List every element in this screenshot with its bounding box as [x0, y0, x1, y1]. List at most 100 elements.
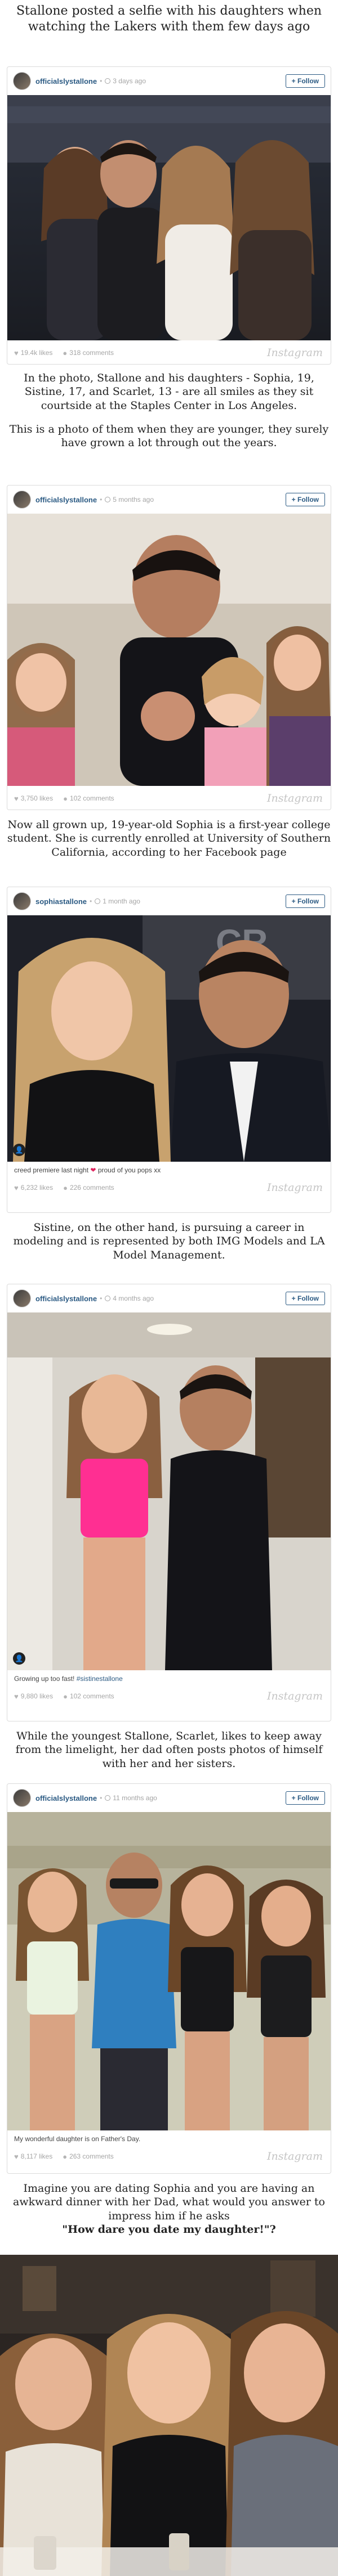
caption-younger-text: This is a photo of them when they are yo… — [9, 422, 329, 449]
younger-daughters-image — [7, 514, 331, 786]
heart-icon[interactable]: ♥ — [14, 1692, 19, 1701]
follow-button[interactable]: + Follow — [285, 493, 325, 506]
follow-button[interactable]: + Follow — [285, 1292, 325, 1305]
post-caption-text: My wonderful daughter is on Father's Day… — [14, 2135, 141, 2143]
heart-icon[interactable]: ♥ — [14, 349, 19, 357]
caption-intro: Stallone posted a selfie with his daught… — [0, 3, 338, 35]
heart-icon[interactable]: ♥ — [14, 1184, 19, 1192]
follow-button[interactable]: + Follow — [285, 74, 325, 88]
post-time: 4 months ago — [113, 1294, 154, 1302]
heart-emoji-icon: ❤ — [90, 1166, 96, 1174]
likes-count: 8,117 likes — [20, 2152, 53, 2160]
caption-question-quote: "How dare you date my daughter!"? — [62, 2223, 276, 2236]
caption-scarlet-text: While the youngest Stallone, Scarlet, li… — [15, 1730, 323, 1770]
likes-count: 19.4k likes — [20, 349, 53, 357]
instagram-post-1: officialslystallone • 3 days ago + Follo… — [7, 66, 331, 365]
instagram-logo[interactable]: Instagram — [267, 1690, 323, 1702]
separator-dot: • — [100, 1794, 103, 1802]
post-caption-text: creed premiere last night — [14, 1166, 89, 1174]
person-tag-icon[interactable]: 👤 — [13, 1144, 25, 1156]
post-footer: ♥ 6,232 likes ● 226 comments Instagram — [7, 1175, 331, 1200]
caption-sistine-text: Sistine, on the other hand, is pursuing … — [13, 1221, 325, 1261]
caption-description-text: In the photo, Stallone and his daughters… — [24, 372, 314, 412]
post-photo — [7, 514, 331, 786]
sistine-with-dad-image — [7, 1312, 331, 1670]
caption-photo-description: In the photo, Stallone and his daughters… — [0, 371, 338, 450]
post-username[interactable]: officialslystallone — [35, 1794, 97, 1802]
post-username[interactable]: officialslystallone — [35, 77, 97, 86]
sophia-premiere-image: CR — [7, 915, 331, 1162]
comments-count[interactable]: 318 comments — [69, 349, 114, 357]
separator-dot: • — [100, 1294, 103, 1302]
likes-count: 9,880 likes — [20, 1692, 54, 1700]
clock-icon — [105, 1296, 111, 1301]
post-footer: ♥ 9,880 likes ● 102 comments Instagram — [7, 1684, 331, 1709]
post-time: 1 month ago — [103, 897, 140, 905]
post-username[interactable]: officialslystallone — [35, 496, 97, 504]
post-caption-tail: proud of you pops xx — [97, 1166, 161, 1174]
fathers-day-image — [7, 1812, 331, 2130]
article-page: Stallone posted a selfie with his daught… — [0, 0, 338, 2576]
clock-icon — [105, 497, 111, 502]
post-caption: My wonderful daughter is on Father's Day… — [7, 2130, 331, 2144]
comments-count[interactable]: 263 comments — [69, 2152, 114, 2160]
post-username[interactable]: sophiastallone — [35, 897, 87, 906]
avatar[interactable] — [13, 892, 31, 910]
follow-button[interactable]: + Follow — [285, 1791, 325, 1805]
avatar[interactable] — [13, 1289, 31, 1307]
avatar[interactable] — [13, 72, 31, 90]
post-header: sophiastallone • 1 month ago + Follow — [7, 887, 331, 915]
caption-sophia: Now all grown up, 19-year-old Sophia is … — [0, 818, 338, 859]
caption-question-text: Imagine you are dating Sophia and you ar… — [13, 2182, 325, 2222]
avatar[interactable] — [13, 491, 31, 509]
three-sisters-image — [0, 2255, 338, 2576]
comment-icon[interactable]: ● — [63, 1692, 68, 1701]
post-photo: 👤 — [7, 1312, 331, 1670]
clock-icon — [95, 898, 101, 904]
instagram-logo[interactable]: Instagram — [267, 1181, 323, 1194]
post-caption-text: Growing up too fast! — [14, 1675, 75, 1683]
post-footer: ♥ 3,750 likes ● 102 comments Instagram — [7, 786, 331, 810]
comments-count[interactable]: 102 comments — [70, 1692, 114, 1700]
follow-button[interactable]: + Follow — [285, 894, 325, 908]
hashtag-link[interactable]: #sistinestallone — [77, 1675, 123, 1683]
instagram-post-2: officialslystallone • 5 months ago + Fol… — [7, 485, 331, 810]
post-header: officialslystallone • 11 months ago + Fo… — [7, 1784, 331, 1812]
post-header: officialslystallone • 4 months ago + Fol… — [7, 1284, 331, 1312]
comment-icon[interactable]: ● — [63, 349, 67, 357]
comment-icon[interactable]: ● — [63, 794, 68, 803]
clock-icon — [105, 1795, 111, 1801]
post-time: 3 days ago — [113, 77, 146, 85]
post-photo — [7, 1812, 331, 2130]
post-footer: ♥ 19.4k likes ● 318 comments Instagram — [7, 340, 331, 364]
instagram-post-5: officialslystallone • 11 months ago + Fo… — [7, 1783, 331, 2174]
comment-icon[interactable]: ● — [63, 1184, 68, 1192]
heart-icon[interactable]: ♥ — [14, 2152, 19, 2161]
post-header: officialslystallone • 3 days ago + Follo… — [7, 67, 331, 95]
instagram-logo[interactable]: Instagram — [267, 792, 323, 804]
comments-count[interactable]: 102 comments — [70, 794, 114, 802]
sisters-photo — [0, 2255, 338, 2576]
heart-icon[interactable]: ♥ — [14, 794, 19, 803]
caption-scarlet: While the youngest Stallone, Scarlet, li… — [0, 1729, 338, 1770]
post-header: officialslystallone • 5 months ago + Fol… — [7, 485, 331, 514]
post-username[interactable]: officialslystallone — [35, 1294, 97, 1303]
post-caption: Growing up too fast! #sistinestallone — [7, 1670, 331, 1684]
post-photo: CR 👤 — [7, 915, 331, 1162]
comment-icon[interactable]: ● — [63, 2152, 67, 2161]
person-tag-icon[interactable]: 👤 — [13, 1652, 25, 1665]
avatar[interactable] — [13, 1789, 31, 1807]
instagram-post-3: sophiastallone • 1 month ago + Follow CR — [7, 887, 331, 1213]
caption-intro-text: Stallone posted a selfie with his daught… — [16, 4, 322, 34]
comments-count[interactable]: 226 comments — [70, 1184, 114, 1192]
instagram-logo[interactable]: Instagram — [267, 347, 323, 359]
post-caption: creed premiere last night ❤ proud of you… — [7, 1162, 331, 1175]
instagram-logo[interactable]: Instagram — [267, 2150, 323, 2163]
post-photo — [7, 95, 331, 340]
caption-sophia-text: Now all grown up, 19-year-old Sophia is … — [7, 819, 331, 858]
separator-dot: • — [100, 496, 103, 503]
caption-sistine: Sistine, on the other hand, is pursuing … — [0, 1221, 338, 1262]
likes-count: 3,750 likes — [20, 794, 54, 802]
caption-question: Imagine you are dating Sophia and you ar… — [0, 2182, 338, 2236]
post-footer: ♥ 8,117 likes ● 263 comments Instagram — [7, 2144, 331, 2169]
